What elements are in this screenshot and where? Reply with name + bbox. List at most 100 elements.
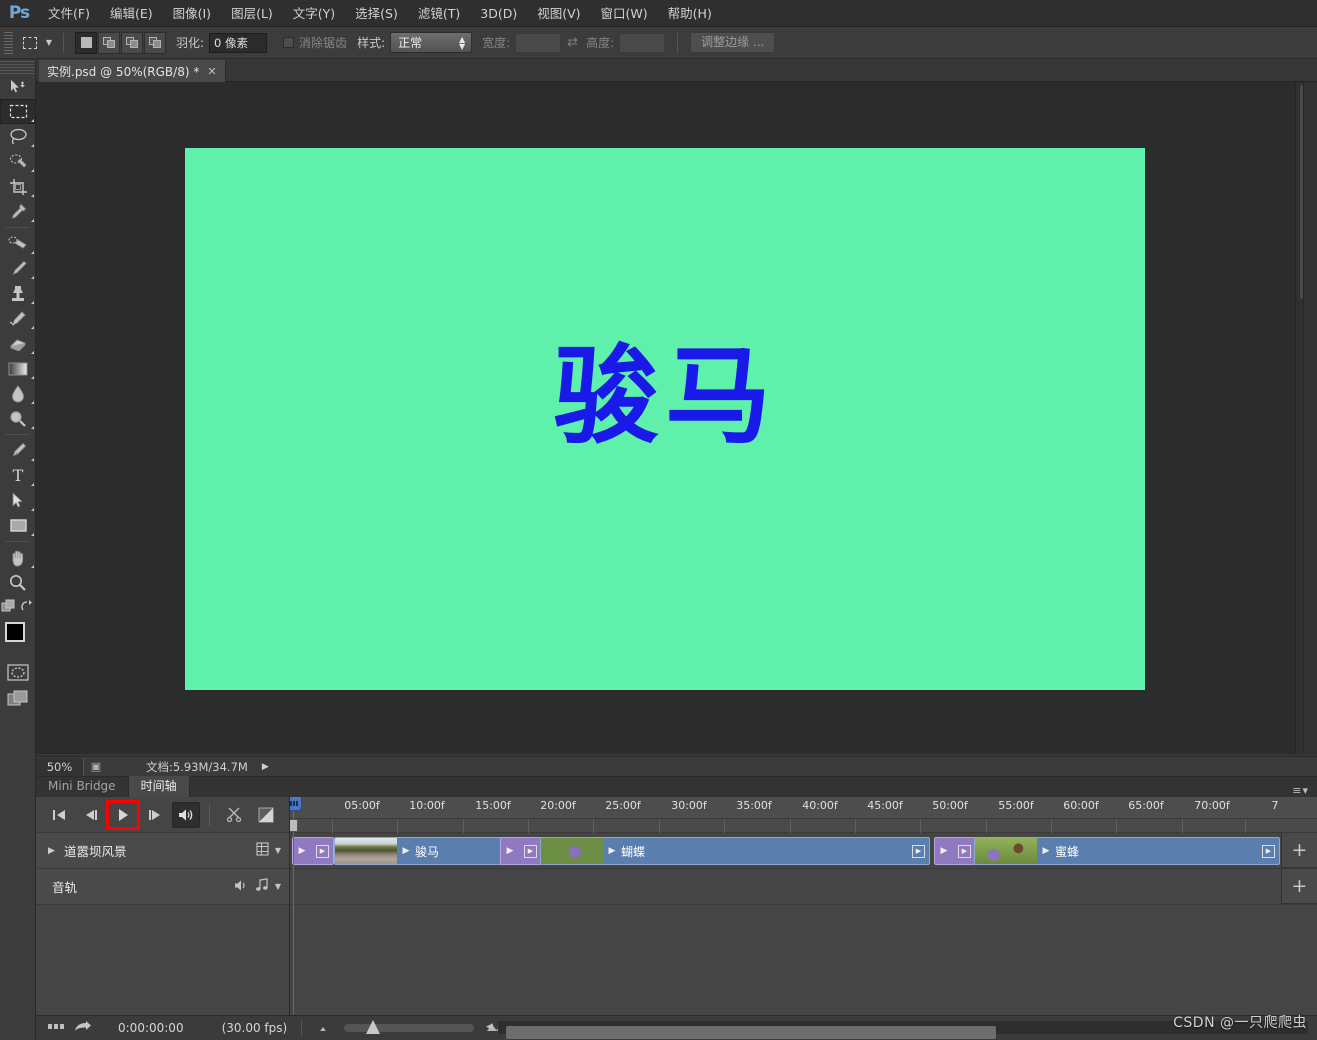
menu-item-5[interactable]: 选择(S)	[345, 0, 408, 27]
add-audio-button[interactable]: +	[1281, 869, 1317, 904]
play-button[interactable]	[106, 799, 140, 830]
timeline-ruler[interactable]: 05:00f 10:00f 15:00f 20:00f 25:00f 30:00f 35:0…	[290, 797, 1317, 819]
timeline-transition-clip[interactable]: ▶ ▶	[500, 837, 542, 865]
subtract-from-selection-button[interactable]	[121, 31, 143, 54]
quick-selection-tool[interactable]	[0, 149, 36, 174]
render-video-icon[interactable]	[44, 1022, 70, 1035]
timeline-video-clip[interactable]: ▶ 蜜蜂 ▶	[974, 837, 1280, 865]
default-colors-icon[interactable]	[20, 598, 34, 617]
share-arrow-icon[interactable]	[70, 1020, 96, 1036]
menu-item-3[interactable]: 图层(L)	[221, 0, 283, 27]
close-icon[interactable]: ✕	[207, 65, 216, 78]
tool-preset-chevron-down-icon[interactable]: ▼	[42, 38, 56, 47]
document-tab[interactable]: 实例.psd @ 50%(RGB/8) * ✕	[39, 60, 226, 82]
move-tool[interactable]	[0, 74, 36, 99]
previous-frame-button[interactable]	[76, 802, 106, 828]
menu-item-1[interactable]: 编辑(E)	[100, 0, 163, 27]
panel-menu-icon[interactable]: ≡▾	[1292, 784, 1317, 797]
timeline-video-clip[interactable]: ▶ 蝴蝶 ▶	[540, 837, 930, 865]
playhead[interactable]	[290, 797, 302, 1015]
chevron-down-icon[interactable]: ▼	[275, 846, 281, 855]
zoom-slider-knob[interactable]	[366, 1020, 381, 1034]
video-track-lane[interactable]: ▶▶▶骏马▶▶▶▶蝴蝶▶▶▶▶蜜蜂▶	[290, 833, 1317, 869]
timeline-transition-clip[interactable]: ▶ ▶	[292, 837, 334, 865]
quick-mask-icon[interactable]	[0, 659, 36, 685]
path-selection-tool[interactable]	[0, 488, 36, 513]
eyedropper-tool[interactable]	[0, 199, 36, 224]
scrollbar-thumb[interactable]	[506, 1026, 996, 1039]
audio-track-lane[interactable]	[290, 869, 1317, 905]
clip-end-handle-icon[interactable]: ▶	[316, 844, 329, 858]
menu-item-0[interactable]: 文件(F)	[38, 0, 100, 27]
audio-mute-button[interactable]	[172, 801, 200, 828]
playhead-grip[interactable]	[290, 819, 298, 832]
horizontal-type-tool[interactable]: T	[0, 463, 36, 488]
canvas-area[interactable]: 骏马	[36, 82, 1295, 754]
playhead-handle[interactable]	[290, 797, 302, 811]
disclosure-triangle-icon[interactable]: ▶	[48, 846, 64, 856]
menu-item-10[interactable]: 帮助(H)	[658, 0, 722, 27]
menu-item-2[interactable]: 图像(I)	[163, 0, 221, 27]
rectangular-marquee-tool[interactable]	[0, 99, 36, 124]
filmstrip-icon[interactable]	[256, 842, 269, 859]
pen-tool[interactable]	[0, 438, 36, 463]
audio-track-header[interactable]: 音轨 ▼	[36, 869, 289, 905]
swap-arrows-icon[interactable]: ⇄	[567, 35, 578, 50]
speaker-icon[interactable]	[234, 879, 249, 895]
hand-tool[interactable]	[0, 545, 36, 570]
clip-end-handle-icon[interactable]: ▶	[912, 844, 925, 858]
small-mountains-icon[interactable]	[316, 1021, 332, 1035]
artboard[interactable]: 骏马	[185, 148, 1145, 690]
clip-end-handle-icon[interactable]: ▶	[1262, 844, 1275, 858]
width-input[interactable]	[515, 32, 562, 53]
add-media-button[interactable]: +	[1281, 833, 1317, 868]
height-input[interactable]	[619, 32, 666, 53]
intersect-selection-button[interactable]	[144, 31, 166, 54]
new-selection-button[interactable]	[75, 31, 97, 54]
brush-tool[interactable]	[0, 256, 36, 281]
timeline-track-area[interactable]: 05:00f 10:00f 15:00f 20:00f 25:00f 30:00f 35:0…	[290, 797, 1317, 1015]
rectangular-marquee-icon[interactable]	[18, 31, 42, 55]
next-frame-button[interactable]	[140, 802, 170, 828]
eraser-tool[interactable]	[0, 331, 36, 356]
video-track-header[interactable]: ▶ 道嚣坝风景 ▼	[36, 833, 289, 869]
foreground-color-swatch[interactable]	[5, 622, 25, 642]
style-select[interactable]: 正常 ▲ ▼	[390, 32, 473, 53]
menu-item-7[interactable]: 3D(D)	[470, 0, 527, 27]
screen-mode-icon[interactable]	[0, 685, 36, 711]
menu-item-9[interactable]: 窗口(W)	[591, 0, 658, 27]
add-to-selection-button[interactable]	[98, 31, 120, 54]
feather-input[interactable]: 0 像素	[209, 32, 268, 53]
tools-panel-grip[interactable]	[0, 60, 35, 74]
chevron-down-icon[interactable]: ▼	[275, 882, 281, 891]
history-brush-tool[interactable]	[0, 306, 36, 331]
panel-tab-0[interactable]: Mini Bridge	[36, 776, 129, 797]
antialias-checkbox[interactable]	[283, 37, 295, 48]
current-timecode[interactable]: 0:00:00:00	[118, 1021, 184, 1035]
clip-end-handle-icon[interactable]: ▶	[958, 844, 971, 858]
menu-item-8[interactable]: 视图(V)	[527, 0, 590, 27]
timeline-transition-clip[interactable]: ▶ ▶	[934, 837, 976, 865]
spot-healing-brush-tool[interactable]	[0, 231, 36, 256]
zoom-level-field[interactable]: 50%	[36, 757, 84, 776]
crop-tool[interactable]	[0, 174, 36, 199]
edit-toolbar-icon[interactable]	[1, 598, 17, 617]
expand-triangle-icon[interactable]: ▶	[262, 762, 269, 772]
menu-item-6[interactable]: 滤镜(T)	[408, 0, 470, 27]
go-to-first-frame-button[interactable]	[44, 802, 74, 828]
menu-item-4[interactable]: 文字(Y)	[283, 0, 345, 27]
transition-button[interactable]	[251, 802, 281, 828]
doc-thumb-icon[interactable]: ▣	[84, 760, 108, 773]
dodge-tool[interactable]	[0, 406, 36, 431]
scroll-left-arrow[interactable]: ◀	[486, 1022, 493, 1032]
panel-tab-1[interactable]: 时间轴	[128, 776, 190, 797]
gradient-tool[interactable]	[0, 356, 36, 381]
clone-stamp-tool[interactable]	[0, 281, 36, 306]
zoom-slider[interactable]	[344, 1020, 475, 1034]
refine-edge-button[interactable]: 调整边缘 ...	[690, 32, 776, 53]
music-note-icon[interactable]	[255, 878, 269, 895]
zoom-tool[interactable]	[0, 570, 36, 595]
blur-tool[interactable]	[0, 381, 36, 406]
rectangle-tool[interactable]	[0, 513, 36, 538]
split-clip-button[interactable]	[219, 802, 249, 828]
